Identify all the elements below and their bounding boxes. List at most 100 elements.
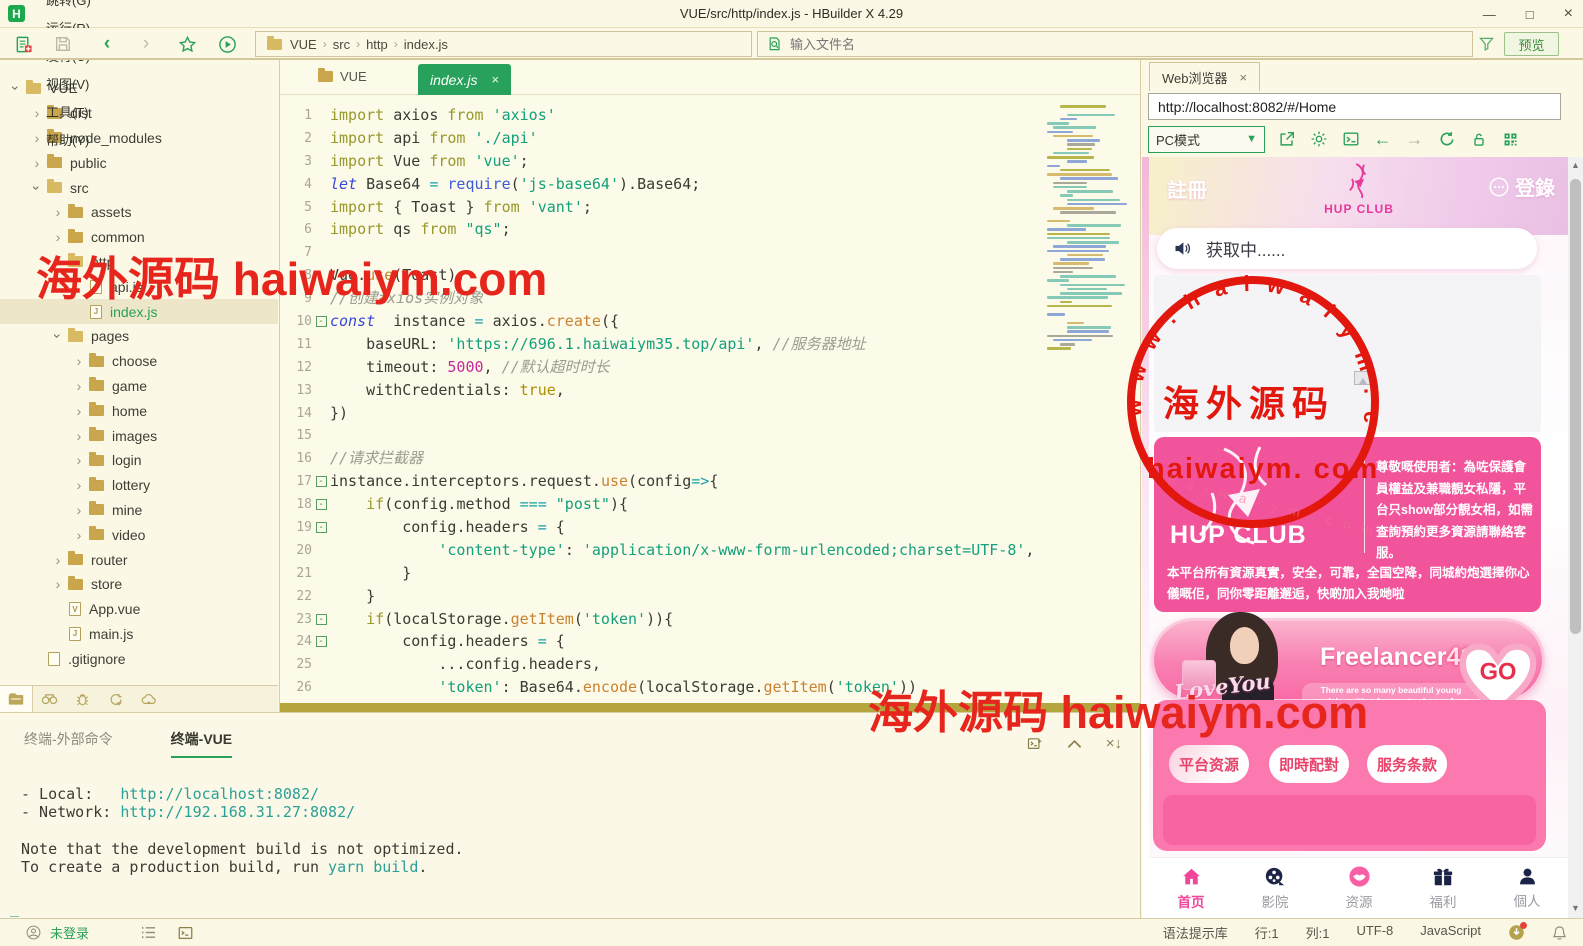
status-item-UTF8[interactable]: UTF-8 — [1356, 923, 1393, 942]
device-mode-select[interactable]: PC模式▼ — [1148, 126, 1265, 153]
chevron-icon[interactable]: › — [51, 204, 65, 220]
code-line-14[interactable]: 14}) — [280, 402, 1140, 425]
tree-item-api.js[interactable]: Japi.js — [0, 274, 278, 299]
chevron-icon[interactable]: › — [72, 502, 86, 518]
collapse-panel-icon[interactable] — [1067, 739, 1082, 749]
gear-icon[interactable] — [1308, 129, 1329, 150]
notification-bell-icon[interactable] — [1552, 925, 1567, 941]
tree-item-router[interactable]: ›router — [0, 547, 278, 572]
menu-G[interactable]: 跳转(G) — [35, 0, 102, 14]
code-line-2[interactable]: 2import api from './api' — [280, 127, 1140, 150]
tree-item-pages[interactable]: ›pages — [0, 324, 278, 349]
banner-image-placeholder[interactable] — [1154, 275, 1541, 432]
tree-item-mine[interactable]: ›mine — [0, 498, 278, 523]
code-line-21[interactable]: 21 } — [280, 562, 1140, 585]
tree-item-choose[interactable]: ›choose — [0, 349, 278, 374]
chevron-icon[interactable]: › — [72, 428, 86, 444]
terminal-output[interactable]: - Local: http://localhost:8082/- Network… — [21, 785, 464, 876]
new-file-button[interactable] — [12, 33, 34, 55]
code-line-17[interactable]: 17-instance.interceptors.request.use(con… — [280, 470, 1140, 493]
tab-index-js[interactable]: index.js × — [418, 64, 511, 95]
breadcrumb-item-VUE[interactable]: VUE — [290, 37, 317, 52]
pill-button-0[interactable]: 平台资源 — [1169, 745, 1249, 783]
chevron-icon[interactable]: › — [72, 452, 86, 468]
open-external-icon[interactable] — [1276, 129, 1297, 150]
code-line-8[interactable]: 8Vue.use(Toast); — [280, 264, 1140, 287]
tab-close-icon[interactable]: × — [1240, 70, 1248, 85]
code-area[interactable]: 1import axios from 'axios'2import api fr… — [280, 95, 1140, 703]
fold-icon[interactable]: - — [316, 476, 327, 487]
file-search-box[interactable] — [757, 31, 1473, 57]
breadcrumb-item-src[interactable]: src — [333, 37, 350, 52]
status-item-1[interactable]: 列:1 — [1306, 923, 1330, 942]
code-line-5[interactable]: 5import { Toast } from 'vant'; — [280, 196, 1140, 219]
code-line-11[interactable]: 11 baseURL: 'https://696.1.haiwaiym35.to… — [280, 333, 1140, 356]
maximize-button[interactable]: □ — [1526, 7, 1534, 22]
menu-V[interactable]: 视图(V) — [35, 70, 102, 98]
register-link[interactable]: 註冊 — [1167, 174, 1207, 203]
new-terminal-icon[interactable] — [1026, 736, 1043, 752]
pill-button-1[interactable]: 即時配對 — [1269, 745, 1349, 783]
nav-item-lips[interactable]: 资源 — [1317, 858, 1401, 918]
chevron-icon[interactable]: › — [8, 81, 24, 95]
announcement-bar[interactable]: 获取中...... — [1157, 228, 1537, 269]
browser-forward-icon[interactable]: → — [1404, 129, 1425, 150]
nav-item-gift[interactable]: 福利 — [1401, 858, 1485, 918]
chevron-icon[interactable]: › — [30, 155, 44, 171]
terminal-tab-0[interactable]: 终端-外部命令 — [24, 729, 113, 758]
code-line-25[interactable]: 25 ...config.headers, — [280, 653, 1140, 676]
nav-item-person[interactable]: 個人 — [1485, 858, 1569, 918]
scroll-down-icon[interactable]: ▼ — [1571, 900, 1580, 916]
code-line-23[interactable]: 23- if(localStorage.getItem('token')){ — [280, 608, 1140, 631]
chevron-icon[interactable]: › — [72, 477, 86, 493]
terminal-tab-1[interactable]: 终端-VUE — [171, 729, 232, 758]
code-line-18[interactable]: 18- if(config.method === "post"){ — [280, 493, 1140, 516]
chevron-icon[interactable]: › — [29, 181, 45, 195]
tree-item-http[interactable]: ›http — [0, 250, 278, 275]
lock-icon[interactable] — [1468, 129, 1489, 150]
code-line-10[interactable]: 10-const instance = axios.create({ — [280, 310, 1140, 333]
save-button[interactable] — [52, 33, 74, 55]
chevron-icon[interactable]: › — [51, 576, 65, 592]
files-tab-icon[interactable] — [0, 686, 33, 712]
fold-icon[interactable]: - — [316, 316, 327, 327]
update-download-icon[interactable] — [1508, 924, 1525, 941]
code-line-26[interactable]: 26 'token': Base64.encode(localStorage.g… — [280, 676, 1140, 699]
nav-item-film[interactable]: 影院 — [1233, 858, 1317, 918]
chevron-icon[interactable]: › — [50, 255, 66, 269]
pill-button-2[interactable]: 服务条款 — [1367, 745, 1447, 783]
search-tab-icon[interactable] — [33, 686, 66, 712]
nav-item-home[interactable]: 首页 — [1149, 858, 1233, 918]
project-label[interactable]: VUE — [318, 69, 367, 84]
back-button[interactable]: ‹ — [96, 33, 118, 55]
code-line-1[interactable]: 1import axios from 'axios' — [280, 104, 1140, 127]
chevron-icon[interactable]: › — [50, 329, 66, 343]
status-item-1[interactable]: 行:1 — [1255, 923, 1279, 942]
horizontal-scrollbar[interactable] — [280, 703, 1140, 712]
code-line-19[interactable]: 19- config.headers = { — [280, 516, 1140, 539]
code-line-20[interactable]: 20 'content-type': 'application/x-www-fo… — [280, 539, 1140, 562]
forward-button[interactable]: › — [135, 33, 157, 55]
filter-funnel-icon[interactable] — [1478, 35, 1495, 52]
code-line-13[interactable]: 13 withCredentials: true, — [280, 379, 1140, 402]
fold-icon[interactable]: - — [316, 636, 327, 647]
chevron-icon[interactable]: › — [72, 403, 86, 419]
tab-close-icon[interactable]: × — [491, 72, 499, 87]
history-refresh-icon[interactable] — [99, 686, 132, 712]
chevron-icon[interactable]: › — [72, 527, 86, 543]
tree-item-src[interactable]: ›src — [0, 175, 278, 200]
terminal-toggle-icon[interactable] — [178, 926, 193, 940]
status-item-JavaScript[interactable]: JavaScript — [1420, 923, 1481, 942]
chevron-icon[interactable]: › — [51, 229, 65, 245]
console-icon[interactable] — [1340, 129, 1361, 150]
code-line-16[interactable]: 16//请求拦截器 — [280, 447, 1140, 470]
code-line-4[interactable]: 4let Base64 = require('js-base64').Base6… — [280, 173, 1140, 196]
close-button[interactable]: × — [1564, 5, 1573, 23]
minimap[interactable] — [1047, 105, 1135, 715]
tree-item-store[interactable]: ›store — [0, 572, 278, 597]
tree-item-common[interactable]: ›common — [0, 225, 278, 250]
code-line-9[interactable]: 9//创建axios实例对象 — [280, 287, 1140, 310]
code-line-3[interactable]: 3import Vue from 'vue'; — [280, 150, 1140, 173]
run-button[interactable] — [216, 33, 238, 55]
tree-item-main.js[interactable]: Jmain.js — [0, 622, 278, 647]
